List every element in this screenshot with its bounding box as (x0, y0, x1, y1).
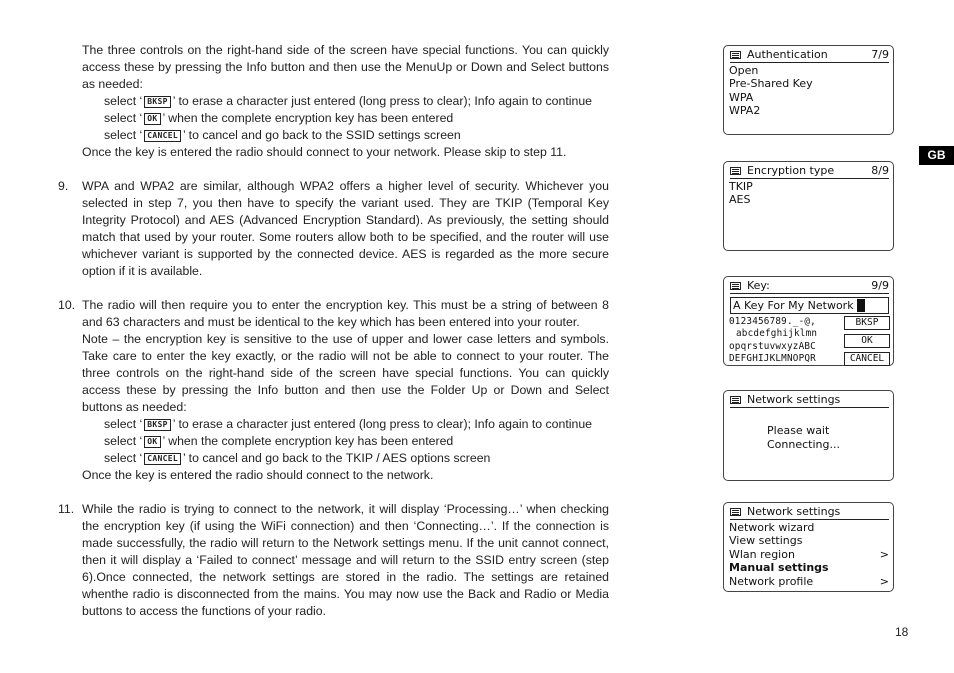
menu-list-icon (730, 395, 741, 404)
lcd-connecting-screen: Network settings Please wait Connecting.… (723, 390, 894, 481)
intro-paragraph: The three controls on the right-hand sid… (82, 43, 609, 91)
keyboard-row[interactable]: abcdefghijklmn (729, 328, 844, 341)
lcd-authentication-screen: Authentication 7/9 Open Pre-Shared Key W… (723, 45, 894, 135)
menu-item-view-settings[interactable]: View settings (729, 534, 889, 548)
step-text: The radio will then require you to enter… (82, 298, 609, 329)
menu-item-network-profile[interactable]: Network profile > (729, 575, 889, 589)
lcd-network-settings-screen: Network settings Network wizard View set… (723, 502, 894, 592)
step-number: 10. (58, 298, 76, 312)
screen-count: 7/9 (871, 48, 889, 61)
menu-item[interactable]: AES (729, 193, 889, 207)
step-text: WPA and WPA2 are similar, although WPA2 … (82, 179, 609, 278)
instruction-line: select ‘BKSP’ to erase a character just … (104, 417, 592, 431)
keyboard-row[interactable]: 0123456789._-@, (729, 316, 844, 329)
menu-item[interactable]: WPA (729, 91, 889, 105)
step-number: 11. (58, 502, 75, 516)
status-line: Please wait (767, 423, 830, 437)
step-10-closing: Once the key is entered the radio should… (82, 468, 434, 482)
status-message: Please wait Connecting... (724, 408, 893, 452)
page-number: 18 (895, 625, 909, 639)
keyboard-row[interactable]: DEFGHIJKLMNOPQR (729, 353, 844, 366)
step-note: Note – the encryption key is sensitive t… (82, 332, 609, 414)
cancel-button-glyph: CANCEL (144, 452, 181, 465)
menu-list-icon (730, 50, 741, 59)
screen-title: Network settings (747, 505, 841, 518)
step-11: 11. While the radio is trying to connect… (58, 501, 609, 620)
screen-title: Authentication (747, 48, 828, 61)
menu-item[interactable]: Open (729, 64, 889, 78)
screen-count: 8/9 (871, 164, 889, 177)
key-value: A Key For My Network (733, 298, 854, 312)
ok-button-glyph: OK (144, 112, 161, 125)
screen-header: Encryption type 8/9 (730, 164, 889, 179)
instruction-line: select ‘CANCEL’ to cancel and go back to… (104, 128, 461, 142)
cancel-button[interactable]: CANCEL (844, 351, 890, 366)
text-cursor (856, 298, 865, 312)
key-input-field[interactable]: A Key For My Network (730, 296, 889, 314)
menu-item[interactable]: TKIP (729, 180, 889, 194)
screen-header: Network settings (730, 393, 889, 408)
screen-header: Key: 9/9 (730, 279, 889, 294)
step-text: While the radio is trying to connect to … (82, 502, 609, 618)
step-9: 9. WPA and WPA2 are similar, although WP… (58, 178, 609, 280)
ok-button-glyph: OK (144, 435, 161, 448)
instruction-line: select ‘OK’ when the complete encryption… (104, 434, 454, 448)
menu-list-icon (730, 281, 741, 290)
manual-text-column: The three controls on the right-hand sid… (58, 42, 609, 620)
screen-header: Network settings (730, 505, 889, 520)
instruction-line: select ‘BKSP’ to erase a character just … (104, 94, 592, 108)
screen-count: 9/9 (871, 279, 889, 292)
step-number: 9. (58, 179, 69, 193)
language-badge: GB (919, 146, 954, 165)
keyboard-row[interactable]: opqrstuvwxyzABC (729, 341, 844, 354)
ok-button[interactable]: OK (844, 333, 890, 348)
lcd-encryption-type-screen: Encryption type 8/9 TKIP AES (723, 161, 894, 251)
menu-list-icon (730, 507, 741, 516)
screen-header: Authentication 7/9 (730, 48, 889, 63)
bksp-button-glyph: BKSP (144, 95, 171, 108)
step-10: 10. The radio will then require you to e… (58, 297, 609, 416)
status-line: Connecting... (767, 437, 840, 451)
chevron-right-icon: > (879, 574, 889, 588)
menu-item-network-wizard[interactable]: Network wizard (729, 521, 889, 535)
menu-item[interactable]: WPA2 (729, 104, 889, 118)
menu-item[interactable]: Pre-Shared Key (729, 77, 889, 91)
menu-item-wlan-region[interactable]: Wlan region > (729, 548, 889, 562)
bksp-button[interactable]: BKSP (844, 315, 890, 330)
intro-closing: Once the key is entered the radio should… (82, 145, 567, 159)
screen-title: Network settings (747, 393, 841, 406)
menu-list-icon (730, 166, 741, 175)
instruction-line: select ‘CANCEL’ to cancel and go back to… (104, 451, 491, 465)
cancel-button-glyph: CANCEL (144, 129, 181, 142)
lcd-key-entry-screen: Key: 9/9 A Key For My Network 0123456789… (723, 276, 894, 366)
screen-title: Encryption type (747, 164, 835, 177)
chevron-right-icon: > (879, 547, 889, 561)
instruction-line: select ‘OK’ when the complete encryption… (104, 111, 454, 125)
bksp-button-glyph: BKSP (144, 418, 171, 431)
screen-title: Key: (747, 279, 770, 292)
character-keyboard[interactable]: 0123456789._-@, abcdefghijklmn opqrstuvw… (729, 316, 844, 366)
menu-item-manual-settings[interactable]: Manual settings (729, 561, 889, 575)
